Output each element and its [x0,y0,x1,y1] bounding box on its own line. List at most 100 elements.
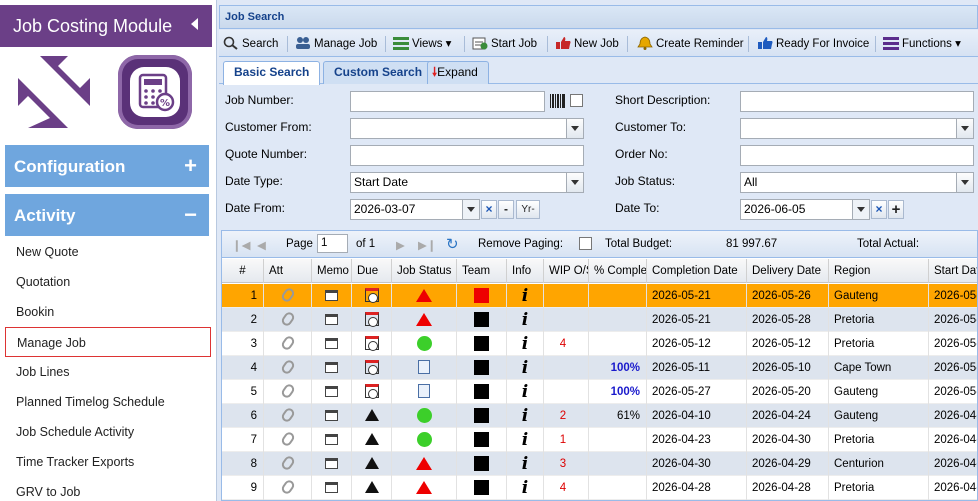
memo-icon[interactable] [325,458,338,469]
date-type-select[interactable]: Start Date [350,172,584,193]
chevron-down-icon[interactable] [956,173,973,192]
attachment-cell[interactable] [264,452,312,476]
column-header[interactable]: Region [829,259,929,283]
info-cell[interactable]: i [507,476,544,500]
first-page-icon[interactable]: ❙◀ [232,238,250,252]
column-header[interactable]: # [222,259,264,283]
tab-custom-search[interactable]: Custom Search [323,61,434,84]
attachment-cell[interactable] [264,332,312,356]
info-cell[interactable]: i [507,356,544,380]
memo-icon[interactable] [325,290,338,301]
customer-from-select[interactable] [350,118,584,139]
clear-date-from-button[interactable]: × [481,200,497,219]
info-cell[interactable]: i [507,428,544,452]
info-cell[interactable]: i [507,284,544,308]
info-cell[interactable]: i [507,380,544,404]
table-row[interactable]: 7 i 1 2026-04-23 2026-04-30 Pretoria 2026-04- [222,428,977,452]
table-row[interactable]: 2 i 2026-05-21 2026-05-28 Pretoria 2026-05- [222,308,977,332]
memo-icon[interactable] [325,362,338,373]
table-row[interactable]: 5 i 100% 2026-05-27 2026-05-20 Gauteng 2026-05… [222,380,977,404]
info-icon[interactable]: i [522,334,528,354]
sidebar-item-bookin[interactable]: Bookin [5,297,211,327]
sidebar-item-manage-job[interactable]: Manage Job [5,327,211,357]
paperclip-icon[interactable] [279,430,296,448]
barcode-checkbox[interactable] [570,94,583,107]
info-cell[interactable]: i [507,452,544,476]
remove-paging-checkbox[interactable] [579,237,592,250]
manage-job-button[interactable]: Manage Job [295,34,377,54]
views-button[interactable]: Views ▾ [393,34,451,54]
collapse-sidebar-icon[interactable] [191,18,198,30]
date-decrement-button[interactable]: - [498,200,514,219]
date-to-input[interactable]: 2026-06-05 [740,199,870,220]
memo-icon[interactable] [325,410,338,421]
memo-cell[interactable] [312,428,352,452]
column-header[interactable]: Att [264,259,312,283]
info-icon[interactable]: i [522,286,528,306]
attachment-cell[interactable] [264,404,312,428]
calendar-icon[interactable] [852,200,869,219]
chevron-down-icon[interactable] [566,119,583,138]
start-job-button[interactable]: Start Job [472,34,537,54]
sidebar-item-job-schedule-activity[interactable]: Job Schedule Activity [5,417,211,447]
memo-cell[interactable] [312,308,352,332]
paperclip-icon[interactable] [279,286,296,304]
info-icon[interactable]: i [522,406,528,426]
section-activity[interactable]: Activity − [5,194,209,236]
memo-icon[interactable] [325,434,338,445]
memo-cell[interactable] [312,452,352,476]
sidebar-item-time-tracker-exports[interactable]: Time Tracker Exports [5,447,211,477]
chevron-down-icon[interactable] [566,173,583,192]
expand-button[interactable]: 🠗Expand [427,61,489,84]
attachment-cell[interactable] [264,428,312,452]
sidebar-item-quotation[interactable]: Quotation [5,267,211,297]
memo-icon[interactable] [325,314,338,325]
table-row[interactable]: 9 i 4 2026-04-28 2026-04-28 Pretoria 2026-04- [222,476,977,500]
attachment-cell[interactable] [264,380,312,404]
short-description-input[interactable] [740,91,974,112]
table-row[interactable]: 4 i 100% 2026-05-11 2026-05-10 Cape Town 2026-… [222,356,977,380]
next-page-icon[interactable]: ▶ [396,238,405,252]
info-icon[interactable]: i [522,478,528,498]
paperclip-icon[interactable] [279,406,296,424]
info-icon[interactable]: i [522,430,528,450]
table-row[interactable]: 8 i 3 2026-04-30 2026-04-29 Centurion 2026-04- [222,452,977,476]
column-header[interactable]: Memo [312,259,352,283]
last-page-icon[interactable]: ▶❙ [418,238,436,252]
calendar-icon[interactable] [462,200,479,219]
memo-cell[interactable] [312,284,352,308]
attachment-cell[interactable] [264,284,312,308]
column-header[interactable]: Job Status [392,259,457,283]
order-no-input[interactable] [740,145,974,166]
memo-icon[interactable] [325,386,338,397]
barcode-icon[interactable] [550,94,566,111]
info-icon[interactable]: i [522,454,528,474]
memo-cell[interactable] [312,476,352,500]
sidebar-item-grv-to-job[interactable]: GRV to Job [5,477,211,501]
attachment-cell[interactable] [264,476,312,500]
paperclip-icon[interactable] [279,310,296,328]
memo-icon[interactable] [325,338,338,349]
column-header[interactable]: % Complete [589,259,647,283]
quote-number-input[interactable] [350,145,584,166]
column-header[interactable]: Team [457,259,507,283]
memo-icon[interactable] [325,482,338,493]
sidebar-item-job-lines[interactable]: Job Lines [5,357,211,387]
info-cell[interactable]: i [507,332,544,356]
job-number-input[interactable] [350,91,545,112]
attachment-cell[interactable] [264,356,312,380]
search-button[interactable]: Search [223,34,278,54]
job-status-select[interactable]: All [740,172,974,193]
clear-date-to-button[interactable]: × [871,200,887,219]
date-increment-button[interactable]: + [888,200,904,219]
memo-cell[interactable] [312,356,352,380]
prev-page-icon[interactable]: ◀ [257,238,266,252]
chevron-down-icon[interactable] [956,119,973,138]
ready-for-invoice-button[interactable]: Ready For Invoice [757,34,869,54]
column-header[interactable]: Info [507,259,544,283]
sidebar-item-new-quote[interactable]: New Quote [5,237,211,267]
info-icon[interactable]: i [522,382,528,402]
memo-cell[interactable] [312,404,352,428]
info-cell[interactable]: i [507,404,544,428]
new-job-button[interactable]: New Job [555,34,619,54]
